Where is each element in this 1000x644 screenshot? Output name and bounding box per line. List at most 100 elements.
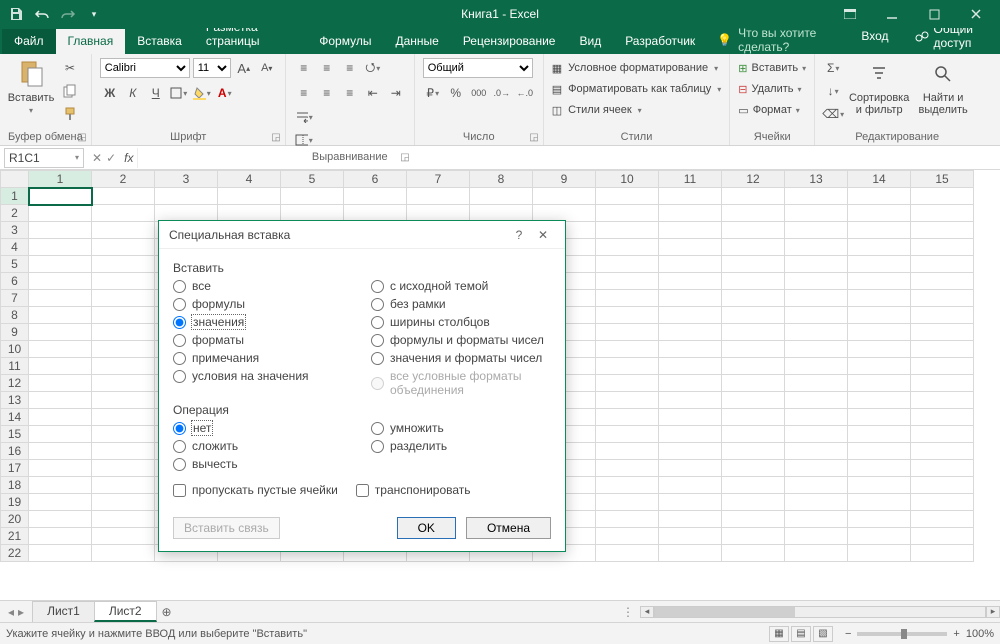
cell[interactable] — [659, 460, 722, 477]
cell[interactable] — [155, 188, 218, 205]
cell[interactable] — [911, 494, 974, 511]
row-header[interactable]: 18 — [1, 477, 29, 494]
radio-option[interactable]: все — [173, 279, 353, 293]
font-color-icon[interactable]: А — [215, 83, 235, 103]
border-icon[interactable] — [169, 83, 189, 103]
cell[interactable] — [596, 205, 659, 222]
cell[interactable] — [92, 324, 155, 341]
cell[interactable] — [911, 375, 974, 392]
cell[interactable] — [848, 358, 911, 375]
cell[interactable] — [911, 460, 974, 477]
cell[interactable] — [722, 375, 785, 392]
cut-icon[interactable]: ✂ — [60, 58, 80, 78]
autosum-icon[interactable]: Σ — [823, 58, 843, 78]
row-header[interactable]: 21 — [1, 528, 29, 545]
decrease-font-icon[interactable]: A▾ — [257, 58, 277, 78]
cell[interactable] — [596, 239, 659, 256]
cell[interactable] — [29, 392, 92, 409]
cell[interactable] — [785, 392, 848, 409]
cell[interactable] — [659, 528, 722, 545]
cell[interactable] — [785, 205, 848, 222]
cell[interactable] — [785, 511, 848, 528]
conditional-formatting-button[interactable]: ▦Условное форматирование▾ — [552, 58, 722, 78]
page-break-view-icon[interactable]: ▧ — [813, 626, 833, 642]
cell[interactable] — [533, 188, 596, 205]
clear-icon[interactable]: ⌫ — [823, 104, 843, 124]
cell[interactable] — [722, 545, 785, 562]
format-painter-icon[interactable] — [60, 104, 80, 124]
cell[interactable] — [659, 443, 722, 460]
cell[interactable] — [722, 460, 785, 477]
dialog-launcher-icon[interactable]: ◲ — [271, 132, 280, 143]
cell[interactable] — [29, 426, 92, 443]
increase-decimal-icon[interactable]: .0→ — [492, 83, 512, 103]
cell[interactable] — [596, 477, 659, 494]
align-top-icon[interactable]: ≡ — [294, 58, 314, 78]
orientation-icon[interactable]: ⭯ — [363, 58, 383, 78]
cell[interactable] — [911, 222, 974, 239]
cell[interactable] — [218, 205, 281, 222]
sheet-tab[interactable]: Лист1 — [32, 601, 95, 622]
cell[interactable] — [848, 528, 911, 545]
cell[interactable] — [911, 392, 974, 409]
cell[interactable] — [29, 307, 92, 324]
close-dialog-icon[interactable]: ✕ — [531, 228, 555, 242]
cell[interactable] — [722, 239, 785, 256]
select-all-corner[interactable] — [1, 171, 29, 188]
ok-button[interactable]: OK — [397, 517, 456, 539]
sheet-nav-next-icon[interactable]: ▸ — [18, 605, 24, 619]
cell[interactable] — [29, 188, 92, 205]
underline-icon[interactable]: Ч — [146, 83, 166, 103]
cell[interactable] — [911, 273, 974, 290]
format-as-table-button[interactable]: ▤Форматировать как таблицу▾ — [552, 79, 722, 99]
tab-Вид[interactable]: Вид — [567, 29, 613, 54]
radio-option[interactable]: примечания — [173, 351, 353, 365]
cell[interactable] — [911, 477, 974, 494]
cell[interactable] — [659, 341, 722, 358]
cancel-button[interactable]: Отмена — [466, 517, 551, 539]
column-header[interactable]: 4 — [218, 171, 281, 188]
column-header[interactable]: 13 — [785, 171, 848, 188]
cell[interactable] — [344, 188, 407, 205]
cell[interactable] — [596, 222, 659, 239]
cell[interactable] — [722, 205, 785, 222]
row-header[interactable]: 12 — [1, 375, 29, 392]
cell[interactable] — [92, 341, 155, 358]
cell[interactable] — [848, 460, 911, 477]
sort-filter-button[interactable]: Сортировка и фильтр — [849, 58, 909, 116]
cell[interactable] — [659, 273, 722, 290]
undo-icon[interactable] — [30, 3, 54, 25]
cell[interactable] — [29, 511, 92, 528]
cell[interactable] — [470, 205, 533, 222]
cell-styles-button[interactable]: ◫Стили ячеек▾ — [552, 100, 722, 120]
cell[interactable] — [29, 205, 92, 222]
radio-option[interactable]: разделить — [371, 439, 551, 453]
cell[interactable] — [911, 205, 974, 222]
cell[interactable] — [848, 341, 911, 358]
cell[interactable] — [785, 545, 848, 562]
dialog-launcher-icon[interactable]: ◲ — [77, 132, 86, 143]
cell[interactable] — [29, 409, 92, 426]
ribbon-display-options-icon[interactable] — [832, 3, 868, 25]
cell[interactable] — [911, 239, 974, 256]
cell[interactable] — [29, 324, 92, 341]
cell[interactable] — [722, 409, 785, 426]
radio-option[interactable]: ширины столбцов — [371, 315, 551, 329]
fill-color-icon[interactable] — [192, 83, 212, 103]
normal-view-icon[interactable]: ▦ — [769, 626, 789, 642]
cell[interactable] — [848, 222, 911, 239]
cell[interactable] — [848, 511, 911, 528]
bold-icon[interactable]: Ж — [100, 83, 120, 103]
row-header[interactable]: 8 — [1, 307, 29, 324]
cell[interactable] — [848, 273, 911, 290]
minimize-icon[interactable] — [874, 3, 910, 25]
radio-option[interactable]: значения — [173, 315, 353, 329]
qat-customize-icon[interactable]: ▾ — [82, 3, 106, 25]
tab-Рецензирование[interactable]: Рецензирование — [451, 29, 568, 54]
align-center-icon[interactable]: ≡ — [317, 83, 337, 103]
cell[interactable] — [596, 460, 659, 477]
cell[interactable] — [92, 409, 155, 426]
cell[interactable] — [596, 188, 659, 205]
cell[interactable] — [596, 528, 659, 545]
cell[interactable] — [659, 239, 722, 256]
